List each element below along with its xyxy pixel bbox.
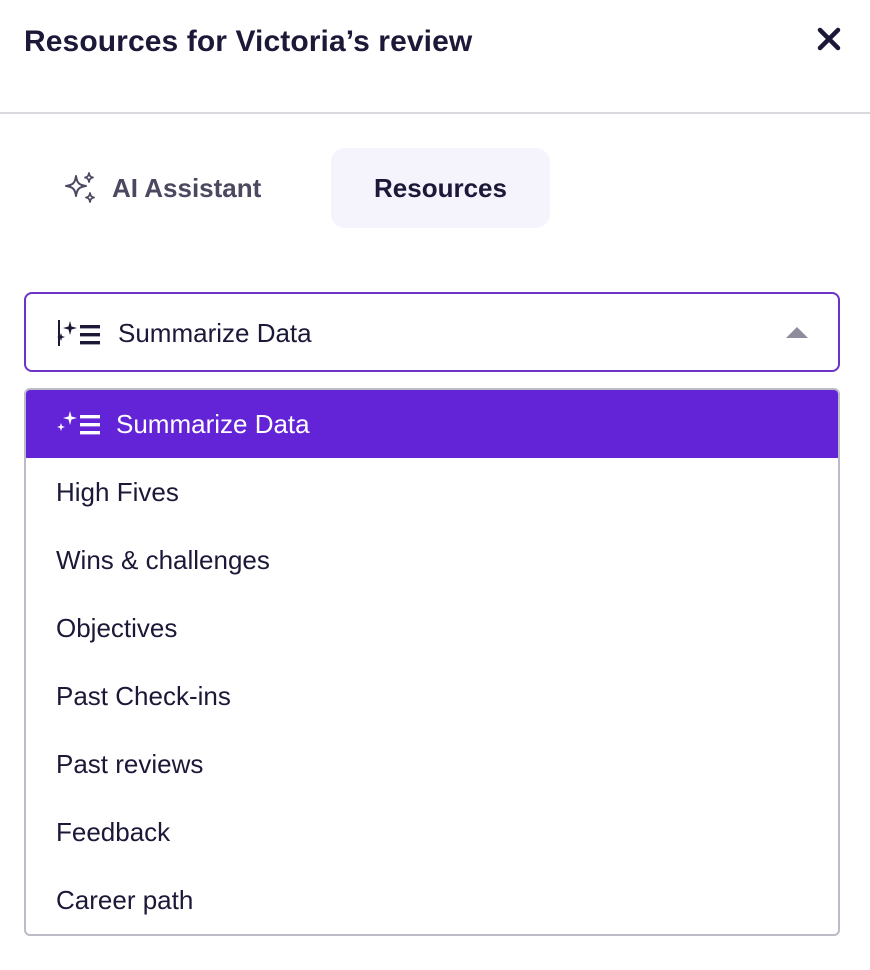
tab-bar: AI Assistant Resources [0, 148, 870, 228]
sparkle-list-icon [56, 318, 104, 350]
panel-title: Resources for Victoria’s review [24, 25, 473, 58]
option-objectives[interactable]: Objectives [26, 594, 838, 662]
tab-resources-label: Resources [374, 172, 507, 203]
option-wins-challenges[interactable]: Wins & challenges [26, 526, 838, 594]
option-label: Objectives [56, 612, 178, 643]
close-icon [817, 27, 841, 51]
tab-ai-assistant-label: AI Assistant [112, 172, 262, 203]
option-label: Feedback [56, 816, 171, 847]
resource-type-dropdown: Summarize Data High Fives Wins & challen… [24, 388, 840, 936]
sparkles-icon [62, 170, 98, 206]
sparkle-list-icon [56, 408, 104, 440]
panel-header: Resources for Victoria’s review [0, 0, 870, 114]
resource-type-select[interactable]: Summarize Data [24, 292, 840, 372]
option-label: Past Check-ins [56, 680, 231, 711]
option-career-path[interactable]: Career path [26, 866, 838, 934]
option-label: High Fives [56, 476, 179, 507]
select-value: Summarize Data [118, 318, 312, 348]
option-summarize-data[interactable]: Summarize Data [26, 390, 838, 458]
option-label: Wins & challenges [56, 544, 270, 575]
caret-up-icon [786, 327, 808, 338]
tab-resources[interactable]: Resources [331, 148, 550, 228]
close-button[interactable] [812, 22, 846, 56]
option-high-fives[interactable]: High Fives [26, 458, 838, 526]
option-feedback[interactable]: Feedback [26, 798, 838, 866]
option-label: Career path [56, 884, 194, 915]
option-past-check-ins[interactable]: Past Check-ins [26, 662, 838, 730]
option-label: Past reviews [56, 748, 204, 779]
option-past-reviews[interactable]: Past reviews [26, 730, 838, 798]
option-label: Summarize Data [116, 408, 310, 439]
tab-ai-assistant[interactable]: AI Assistant [48, 148, 308, 228]
